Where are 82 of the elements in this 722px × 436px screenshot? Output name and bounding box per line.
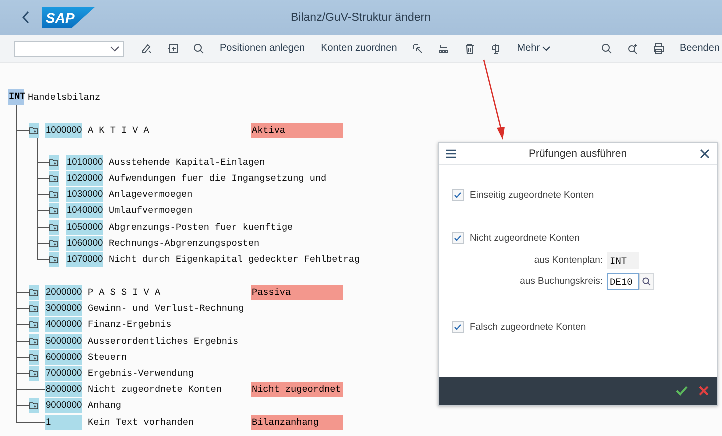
- node-number[interactable]: 9000000: [45, 398, 82, 414]
- folder-icon: [29, 350, 39, 365]
- exit-button[interactable]: Beenden: [672, 38, 722, 58]
- more-menu[interactable]: Mehr: [509, 38, 560, 58]
- dialog-title: Prüfungen ausführen: [528, 148, 628, 160]
- node-number[interactable]: 7000000: [45, 366, 82, 382]
- node-text[interactable]: Steuern: [88, 352, 128, 363]
- node-number[interactable]: 1060000: [66, 236, 103, 251]
- node-number[interactable]: 5000000: [45, 334, 82, 349]
- chevron-down-icon: [110, 46, 120, 52]
- tree-root-text[interactable]: Handelsbilanz: [28, 92, 101, 102]
- checkbox[interactable]: [452, 321, 464, 333]
- node-number[interactable]: 1: [45, 414, 82, 430]
- folder-icon: [49, 170, 59, 186]
- node-number[interactable]: 1070000: [66, 252, 103, 267]
- node-number[interactable]: 3000000: [45, 301, 82, 316]
- node-number[interactable]: 1030000: [66, 187, 103, 202]
- node-text[interactable]: P A S S I V A: [88, 287, 161, 298]
- chevron-down-icon: [542, 46, 552, 52]
- node-number[interactable]: 4000000: [45, 317, 82, 332]
- node-number[interactable]: 8000000: [45, 382, 82, 398]
- node-number[interactable]: 1020000: [66, 170, 103, 186]
- input-field[interactable]: INT: [607, 252, 639, 269]
- folder-icon: [29, 285, 39, 300]
- node-text[interactable]: Anlagevermoegen: [109, 189, 193, 200]
- node-text[interactable]: Rechnungs-Abgrenzungsposten: [109, 238, 260, 249]
- folder-icon: [49, 203, 59, 218]
- node-text[interactable]: Ausstehende Kapital-Einlagen: [109, 156, 266, 168]
- value-help-button[interactable]: [639, 273, 654, 290]
- node-text[interactable]: Ergebnis-Verwendung: [88, 368, 194, 380]
- node-number[interactable]: 1050000: [66, 220, 103, 235]
- folder-icon: [49, 154, 59, 170]
- search-icon: [642, 277, 651, 286]
- node-number[interactable]: 1000000: [45, 122, 82, 138]
- input-field[interactable]: DE10: [607, 273, 639, 290]
- node-text[interactable]: Anhang: [88, 400, 122, 412]
- checkbox[interactable]: [452, 232, 464, 244]
- checkbox-label: Falsch zugeordnete Konten: [470, 322, 586, 332]
- confirm-icon[interactable]: [675, 384, 689, 398]
- folder-icon: [29, 366, 39, 382]
- check-option[interactable]: Falsch zugeordnete Konten: [452, 319, 717, 335]
- back-chevron-icon: [22, 11, 30, 24]
- node-text[interactable]: A K T I V A: [88, 124, 150, 136]
- node-number[interactable]: 1010000: [66, 154, 103, 170]
- node-tag: Nicht zugeordnet: [251, 382, 343, 398]
- folder-icon: [29, 398, 39, 414]
- node-tag: Aktiva: [251, 122, 343, 138]
- field-label: aus Buchungskreis:: [519, 276, 603, 287]
- node-text[interactable]: Umlaufvermoegen: [109, 205, 193, 216]
- toolbar-button[interactable]: Konten zuordnen: [313, 38, 406, 58]
- checkbox[interactable]: [452, 189, 464, 201]
- field-label: aus Kontenplan:: [533, 255, 603, 266]
- folder-icon: [49, 187, 59, 202]
- toolbar-button[interactable]: Positionen anlegen: [212, 38, 314, 58]
- node-text[interactable]: Finanz-Ergebnis: [88, 319, 172, 330]
- node-tag: Passiva: [251, 285, 343, 300]
- node-text[interactable]: Aufwendungen fuer die Ingangsetzung und: [109, 172, 327, 184]
- folder-icon: [49, 236, 59, 251]
- sap-logo: SAP: [42, 6, 96, 28]
- check-option[interactable]: Einseitig zugeordnete Konten: [452, 187, 717, 203]
- folder-icon: [29, 317, 39, 332]
- node-text[interactable]: Nicht durch Eigenkapital gedeckter Fehlbetrag: [109, 254, 360, 265]
- window-title: Bilanz/GuV-Struktur ändern: [291, 12, 431, 24]
- folder-icon: [49, 220, 59, 235]
- checkbox-label: Nicht zugeordnete Konten: [470, 232, 580, 244]
- folder-icon: [29, 334, 39, 349]
- folder-icon: [49, 252, 59, 267]
- node-number[interactable]: 2000000: [45, 285, 82, 300]
- tree-root-code[interactable]: INT: [8, 89, 24, 105]
- folder-icon: [29, 301, 39, 316]
- node-text[interactable]: Ausserordentliches Ergebnis: [88, 336, 239, 347]
- node-number[interactable]: 1040000: [66, 203, 103, 218]
- node-number[interactable]: 6000000: [45, 350, 82, 365]
- node-text[interactable]: Nicht zugeordnete Konten: [88, 384, 222, 396]
- node-tag: Bilanzanhang: [251, 414, 343, 430]
- node-text[interactable]: Gewinn- und Verlust-Rechnung: [88, 303, 244, 314]
- node-text[interactable]: Abgrenzungs-Posten fuer kuenftige: [109, 222, 294, 233]
- checkbox-label: Einseitig zugeordnete Konten: [470, 190, 594, 200]
- node-text[interactable]: Kein Text vorhanden: [88, 416, 194, 428]
- folder-icon: [29, 122, 39, 138]
- check-option[interactable]: Nicht zugeordnete Konten: [452, 230, 717, 246]
- cancel-icon[interactable]: [697, 384, 711, 398]
